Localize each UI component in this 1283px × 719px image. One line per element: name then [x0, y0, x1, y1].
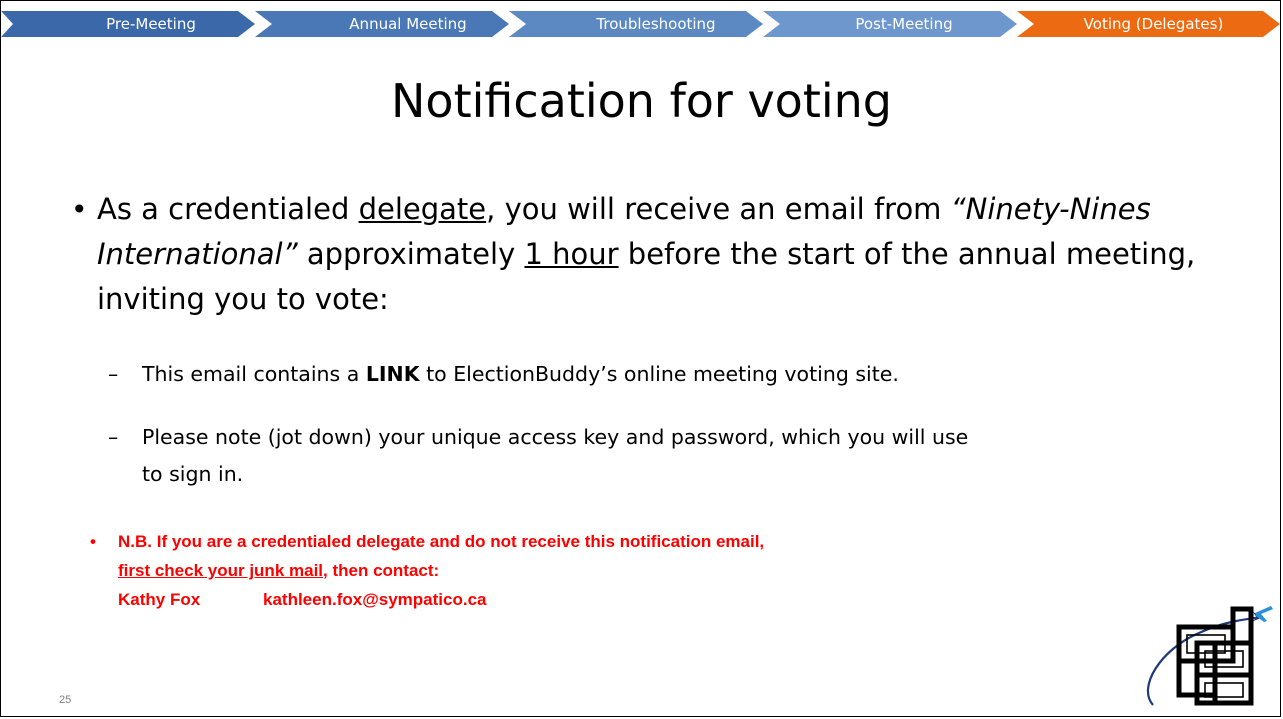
contact-name: Kathy Fox [118, 590, 201, 609]
main-bullet-text-1: As a credentialed [97, 192, 359, 226]
main-bullet-text-5: approximately [297, 237, 525, 271]
sub-bullet-access-key: – Please note (jot down) your unique acce… [108, 419, 1208, 493]
main-bullet-text-3: , you will receive an email from [486, 192, 951, 226]
nav-label-post-meeting[interactable]: Post-Meeting [809, 13, 999, 35]
dash-icon: – [108, 425, 119, 449]
sub-bullet-link-bold: LINK [365, 362, 420, 386]
note-line-2-rest: , then contact: [323, 561, 440, 580]
slide: Pre-Meeting Annual Meeting Troubleshooti… [0, 0, 1281, 717]
note-contact-line: Kathy Fox kathleen.fox@sympatico.ca [118, 585, 1018, 614]
note-line-2: first check your junk mail, then contact… [118, 556, 1018, 585]
main-bullet-time: 1 hour [524, 237, 619, 271]
sub-bullet-link-pre: This email contains a [142, 362, 366, 386]
nav-label-voting[interactable]: Voting (Delegates) [1041, 13, 1266, 35]
nav-label-troubleshooting[interactable]: Troubleshooting [561, 13, 751, 35]
nav-bar: Pre-Meeting Annual Meeting Troubleshooti… [1, 1, 1282, 47]
sub-bullet-link-post: to ElectionBuddy’s online meeting voting… [419, 362, 899, 386]
main-bullet: • As a credentialed delegate, you will re… [71, 187, 1247, 322]
nav-label-annual-meeting[interactable]: Annual Meeting [313, 13, 503, 35]
note-bullet-icon: • [90, 532, 96, 551]
sub-bullet-link: – This email contains a LINK to ElectionB… [108, 356, 1208, 393]
nav-label-pre-meeting[interactable]: Pre-Meeting [61, 13, 241, 35]
note-line-1: N.B. If you are a credentialed delegate … [118, 532, 765, 551]
slide-title: Notification for voting [391, 74, 892, 128]
bullet-dot-icon: • [71, 193, 88, 226]
contact-email[interactable]: kathleen.fox@sympatico.ca [263, 585, 487, 614]
notice-note: • N.B. If you are a credentialed delegat… [90, 527, 1018, 614]
dash-icon: – [108, 362, 119, 386]
page-number: 25 [59, 694, 72, 706]
ninety-nines-logo-icon [1146, 606, 1273, 706]
note-junk-mail: first check your junk mail [118, 561, 324, 580]
main-bullet-delegate: delegate [358, 192, 487, 226]
sub-bullet-access-key-line1: Please note (jot down) your unique acces… [142, 425, 969, 449]
sub-bullet-access-key-line2: to sign in. [142, 462, 244, 486]
